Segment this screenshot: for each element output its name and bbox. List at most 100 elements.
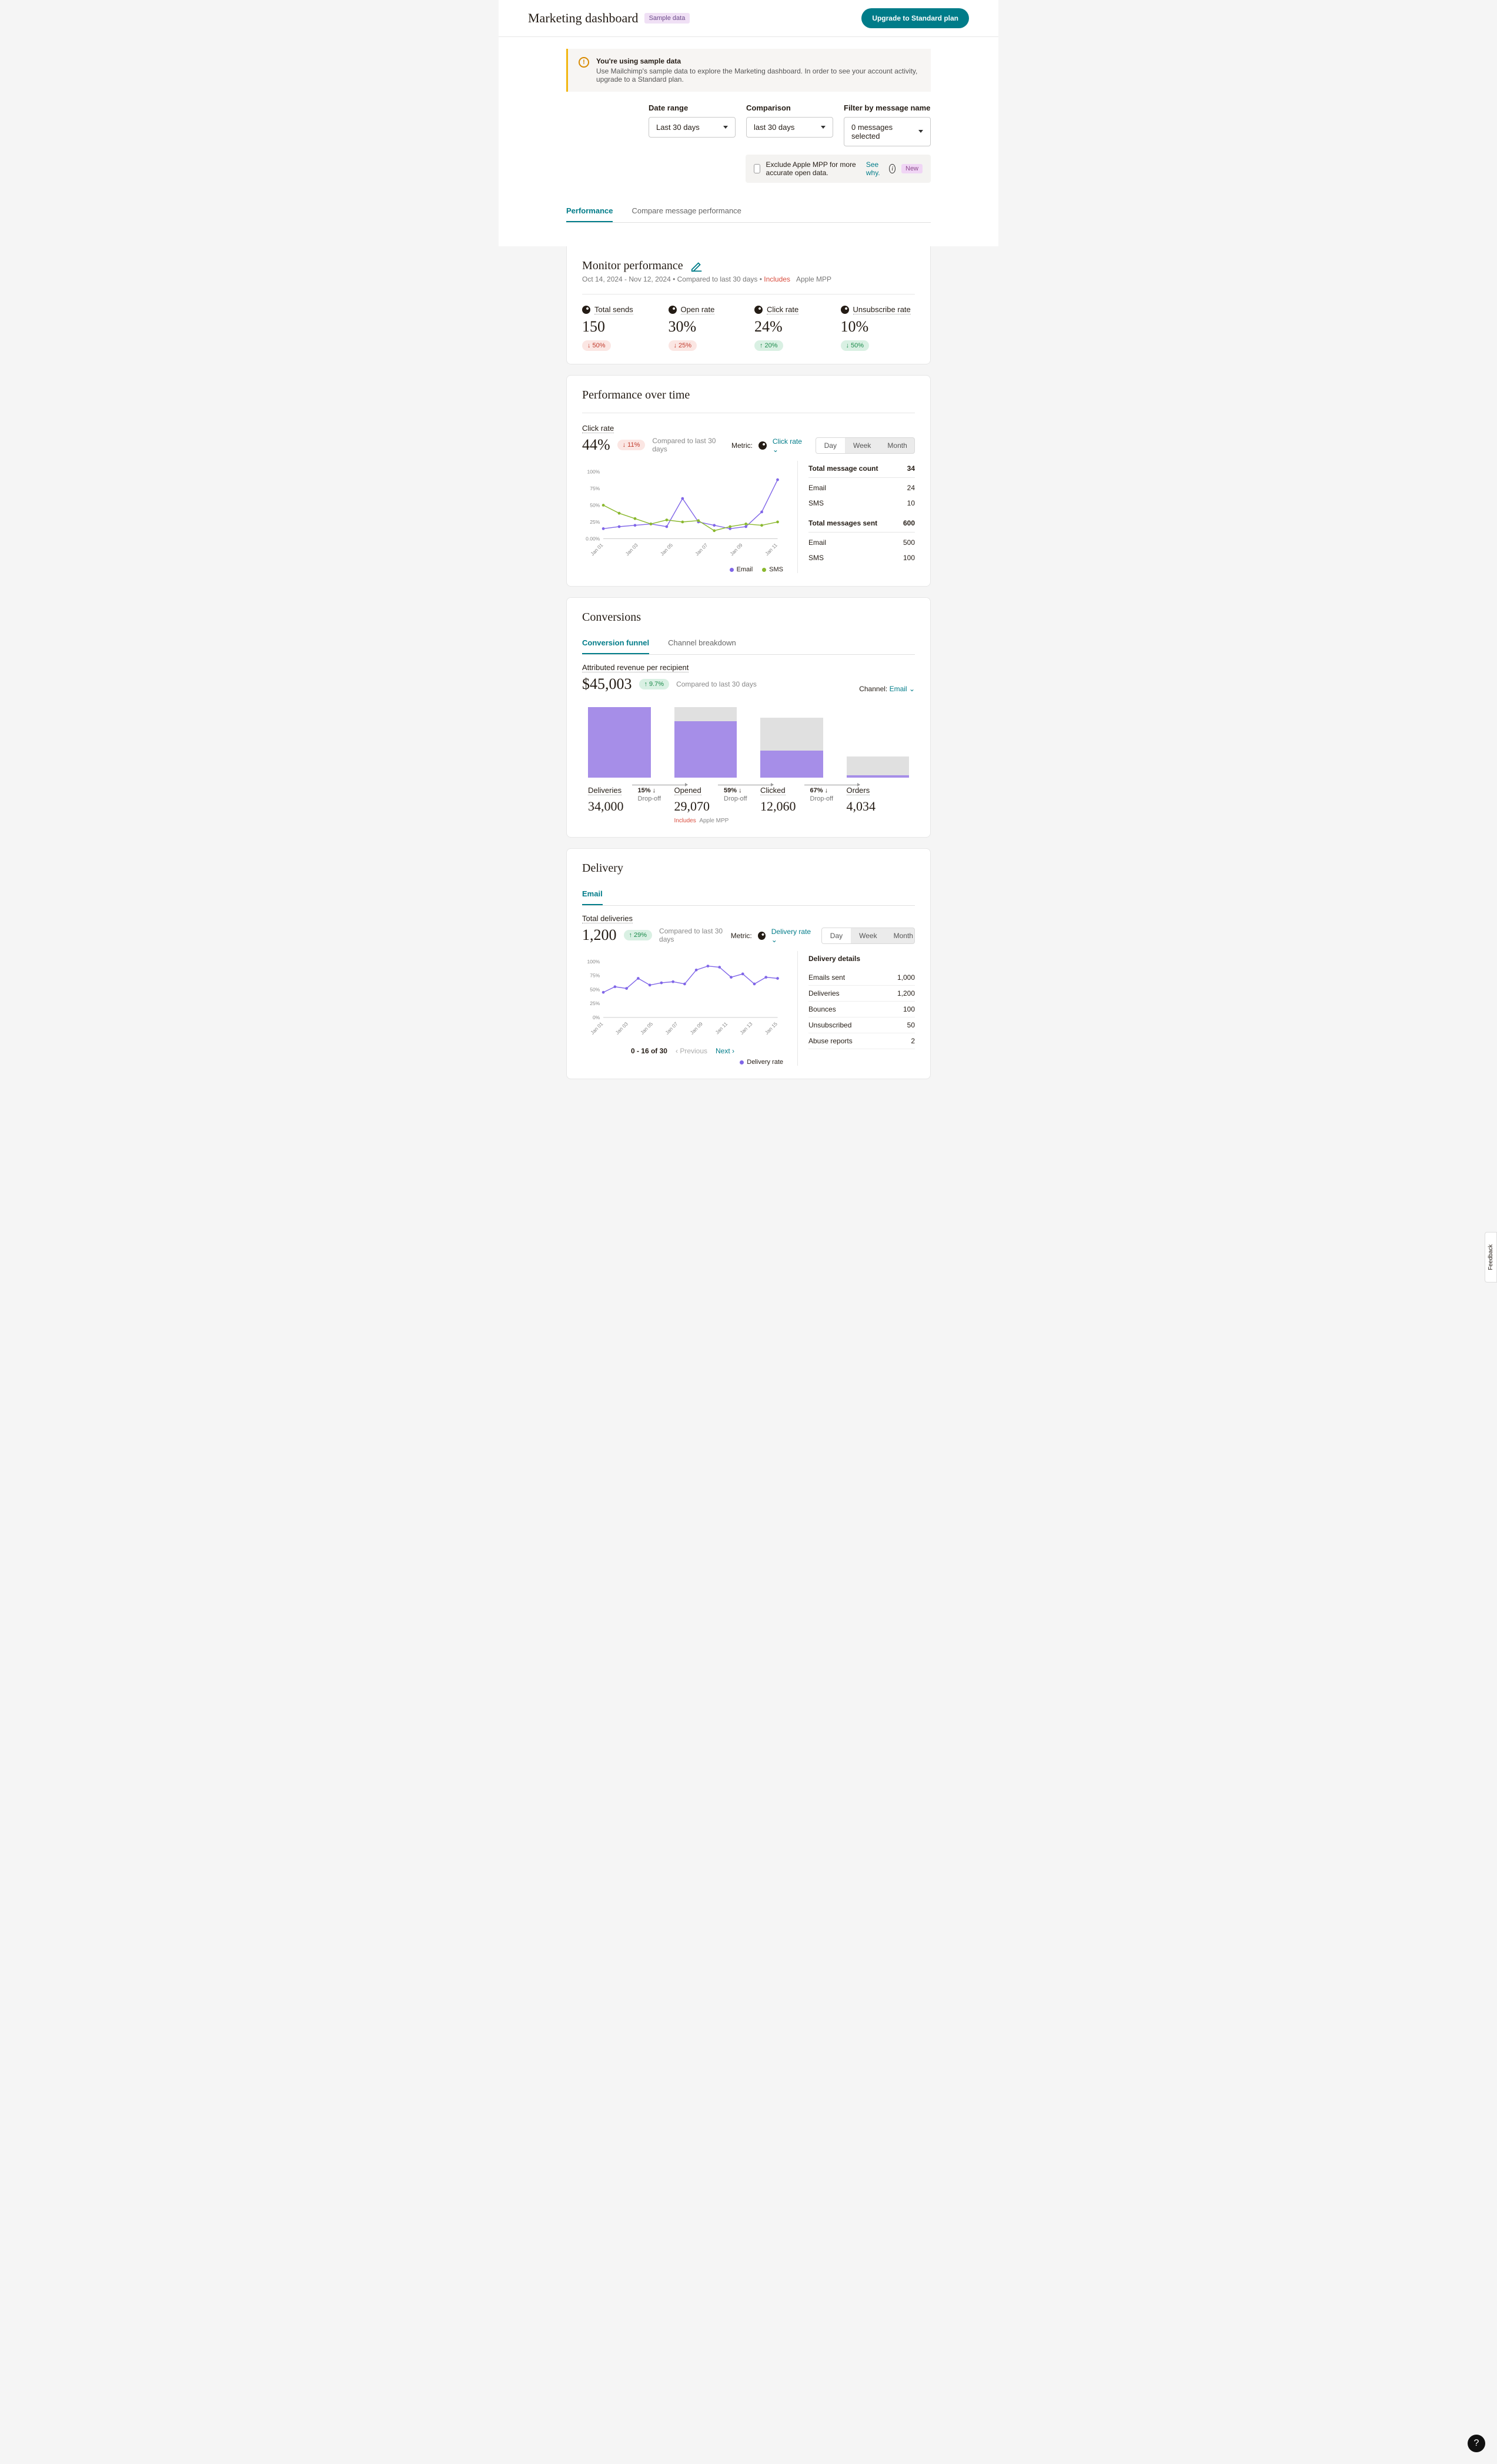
delivery-title: Delivery [582, 862, 623, 875]
message-filter-select[interactable]: 0 messages selected [844, 117, 931, 146]
kpi-total-sends: Total sends 150 ↓ 50% [582, 305, 657, 351]
funnel-step-clicked: Clicked 12,06067% ↓Drop-off [760, 786, 823, 824]
tab-channel-breakdown[interactable]: Channel breakdown [668, 632, 736, 654]
kpi-open-rate: Open rate 30% ↓ 25% [669, 305, 743, 351]
svg-text:Jan 07: Jan 07 [694, 542, 709, 557]
seg-month[interactable]: Month [879, 438, 915, 453]
delivery-chart: 0%25%50%75%100%Jan 01Jan 03Jan 05Jan 07J… [582, 951, 783, 1039]
pot-delta-chip: ↓ 11% [617, 440, 646, 450]
mailchimp-icon [582, 306, 590, 314]
seg-week[interactable]: Week [845, 438, 879, 453]
tab-email[interactable]: Email [582, 883, 603, 905]
delivery-card: Delivery Email Total deliveries 1,200 ↑ … [566, 848, 931, 1079]
tab-compare[interactable]: Compare message performance [631, 200, 741, 222]
new-badge: New [901, 164, 923, 173]
svg-text:75%: 75% [590, 486, 600, 491]
svg-text:Jan 07: Jan 07 [664, 1021, 679, 1036]
apple-mpp-row: Exclude Apple MPP for more accurate open… [746, 155, 931, 183]
metric-select[interactable]: Click rate ⌄ [773, 437, 810, 454]
svg-text:Jan 09: Jan 09 [689, 1021, 704, 1036]
funnel-chart [588, 707, 909, 778]
rev-delta-chip: ↑ 9.7% [639, 679, 670, 689]
svg-text:0%: 0% [593, 1015, 600, 1020]
tab-performance[interactable]: Performance [566, 200, 613, 222]
comparison-select[interactable]: last 30 days [746, 117, 833, 138]
monitor-performance-card: Monitor performance Oct 14, 2024 - Nov 1… [566, 246, 931, 364]
exclude-mpp-checkbox[interactable] [754, 164, 760, 173]
svg-text:25%: 25% [590, 519, 600, 525]
comparison-label: Comparison [746, 103, 833, 112]
alert-title: You're using sample data [596, 57, 920, 65]
sample-data-badge: Sample data [644, 13, 690, 24]
mailchimp-icon [841, 306, 849, 314]
page-title: Marketing dashboard [528, 11, 639, 26]
alert-icon: ! [579, 57, 589, 68]
svg-text:Jan 03: Jan 03 [614, 1021, 629, 1036]
total-deliveries-value: 1,200 [582, 926, 617, 944]
kpi-click-rate: Click rate 24% ↑ 20% [754, 305, 829, 351]
mailchimp-icon [669, 306, 677, 314]
help-button[interactable]: ? [1468, 2435, 1485, 2452]
seg-week[interactable]: Week [851, 928, 885, 943]
monitor-subtitle: Oct 14, 2024 - Nov 12, 2024 • Compared t… [582, 275, 915, 283]
funnel-step-orders: Orders 4,034 [847, 786, 910, 824]
page-header: Marketing dashboard Sample data Upgrade … [499, 0, 998, 37]
funnel-step-deliveries: Deliveries 34,00015% ↓Drop-off [588, 786, 651, 824]
performance-chart: 0.00%25%50%75%100%Jan 01Jan 03Jan 05Jan … [582, 461, 783, 561]
date-range-label: Date range [649, 103, 736, 112]
total-deliveries-label: Total deliveries [582, 914, 633, 923]
edit-icon[interactable] [690, 260, 703, 273]
message-filter-label: Filter by message name [844, 103, 931, 112]
time-segment: Day Week Month [816, 437, 915, 454]
feedback-tab[interactable]: Feedback [1485, 1232, 1497, 1283]
next-button[interactable]: Next › [716, 1047, 734, 1055]
svg-text:75%: 75% [590, 973, 600, 979]
monitor-title: Monitor performance [582, 259, 683, 273]
svg-text:25%: 25% [590, 1000, 600, 1006]
delivery-side-stats: Delivery details Emails sent1,000Deliver… [797, 951, 915, 1066]
svg-text:Jan 13: Jan 13 [739, 1021, 753, 1036]
svg-text:Jan 11: Jan 11 [714, 1021, 729, 1036]
svg-text:Jan 05: Jan 05 [659, 542, 674, 557]
info-icon[interactable]: i [889, 164, 895, 173]
tab-funnel[interactable]: Conversion funnel [582, 632, 649, 654]
kpi-row: Total sends 150 ↓ 50% Open rate 30% ↓ 25… [582, 305, 915, 351]
mpp-text: Exclude Apple MPP for more accurate open… [766, 160, 860, 177]
see-why-link[interactable]: See why. [866, 160, 884, 177]
date-range-select[interactable]: Last 30 days [649, 117, 736, 138]
rev-label: Attributed revenue per recipient [582, 663, 689, 672]
mailchimp-icon [754, 306, 763, 314]
delivery-pager: 0 - 16 of 30 ‹ Previous Next › [582, 1047, 783, 1055]
pot-metric-label: Click rate [582, 424, 614, 433]
rev-compare: Compared to last 30 days [676, 680, 757, 688]
sample-data-alert: ! You're using sample data Use Mailchimp… [566, 49, 931, 92]
kpi-unsubscribe-rate: Unsubscribe rate 10% ↓ 50% [841, 305, 915, 351]
alert-text: Use Mailchimp's sample data to explore t… [596, 67, 920, 83]
seg-day[interactable]: Day [816, 438, 845, 453]
svg-text:0.00%: 0.00% [586, 535, 600, 541]
mailchimp-icon [758, 441, 767, 450]
conversions-card: Conversions Conversion funnel Channel br… [566, 597, 931, 838]
svg-text:Jan 01: Jan 01 [589, 542, 604, 557]
svg-text:50%: 50% [590, 502, 600, 508]
rev-value: $45,003 [582, 675, 632, 693]
mailchimp-icon [758, 932, 766, 940]
seg-month[interactable]: Month [885, 928, 915, 943]
main-tabs: Performance Compare message performance [566, 200, 931, 223]
upgrade-button[interactable]: Upgrade to Standard plan [861, 8, 969, 28]
svg-text:Jan 01: Jan 01 [589, 1021, 604, 1036]
svg-text:Jan 09: Jan 09 [729, 542, 743, 557]
seg-day[interactable]: Day [822, 928, 851, 943]
prev-button: ‹ Previous [676, 1047, 707, 1055]
delivery-compare: Compared to last 30 days [659, 927, 731, 943]
funnel-step-opened: Opened 29,070Includes Apple MPP59% ↓Drop… [674, 786, 737, 824]
svg-text:Jan 03: Jan 03 [624, 542, 639, 557]
svg-text:Jan 11: Jan 11 [764, 542, 778, 557]
delivery-time-segment: Day Week Month [821, 928, 915, 944]
channel-select[interactable]: Email ⌄ [890, 685, 915, 693]
svg-text:Jan 15: Jan 15 [764, 1021, 778, 1036]
svg-text:100%: 100% [587, 959, 600, 965]
metric-prefix: Metric: [731, 441, 753, 450]
delivery-metric-select[interactable]: Delivery rate ⌄ [771, 928, 816, 944]
svg-text:Jan 05: Jan 05 [639, 1021, 654, 1036]
